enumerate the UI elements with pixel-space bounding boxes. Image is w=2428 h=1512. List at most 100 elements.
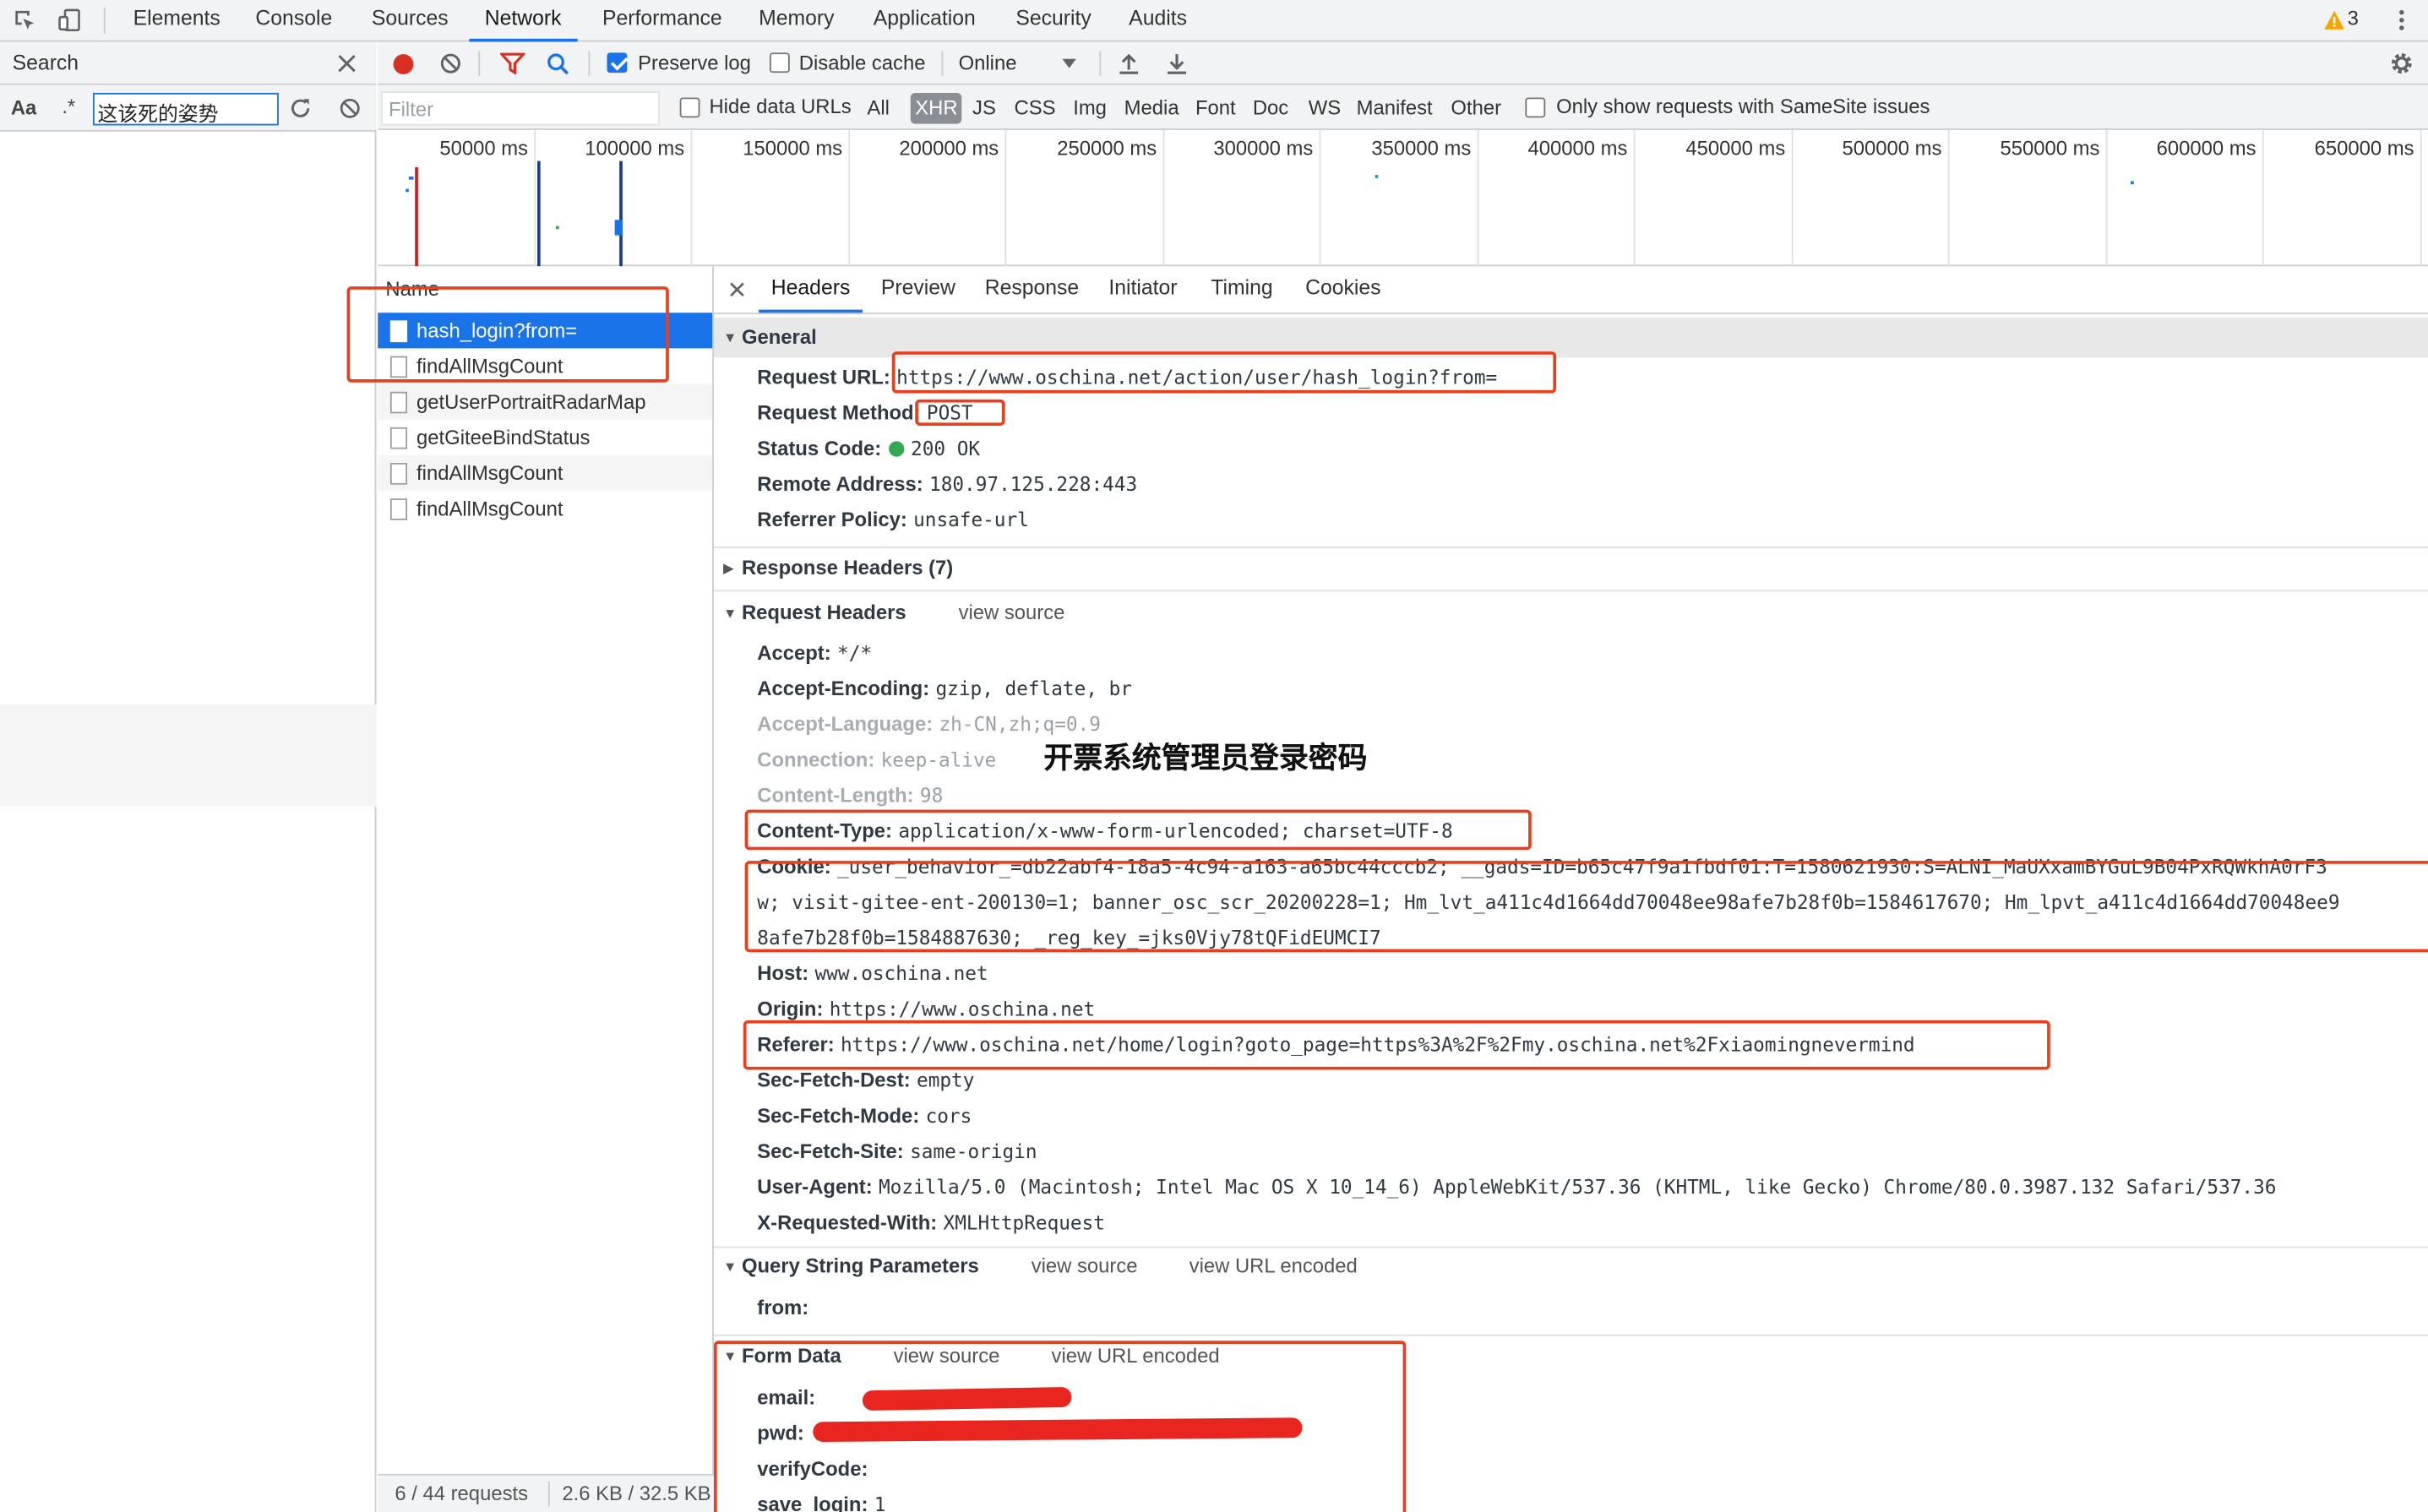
dropdown-arrow-icon[interactable] [1059, 54, 1078, 73]
disable-cache-checkbox[interactable] [769, 52, 790, 73]
tab-memory[interactable]: Memory [759, 0, 834, 41]
request-detail-pane: Headers Preview Response Initiator Timin… [713, 266, 2428, 1512]
record-icon[interactable] [390, 51, 415, 75]
section-title: General [741, 324, 817, 349]
filter-type-img[interactable]: Img [1069, 93, 1112, 124]
request-row[interactable]: findAllMsgCount [378, 491, 712, 526]
divider [941, 51, 944, 76]
request-name: getGiteeBindStatus [416, 426, 591, 449]
match-case-toggle[interactable]: Aa [11, 96, 36, 119]
request-row[interactable]: findAllMsgCount [378, 454, 713, 492]
close-icon[interactable] [335, 51, 359, 75]
throttling-select[interactable]: Online [959, 51, 1017, 73]
expanded-triangle-icon: ▼ [722, 1259, 738, 1275]
hide-data-urls-label: Hide data URLs [709, 94, 852, 118]
request-list: Name hash_login?from= findAllMsgCount ge… [346, 266, 714, 1512]
request-row[interactable]: getUserPortraitRadarMap [378, 383, 713, 420]
accept-encoding-row: Accept-Encoding: gzip, deflate, br [757, 671, 1132, 706]
search-pane-header: Search [0, 41, 377, 85]
user-agent-row: User-Agent: Mozilla/5.0 (Macintosh; Intel… [757, 1169, 2276, 1205]
timeline-overview[interactable]: 50000 ms 100000 ms 150000 ms 200000 ms 2… [378, 129, 2428, 267]
filter-icon[interactable] [498, 51, 526, 75]
clear-log-icon[interactable] [438, 51, 463, 75]
divider [588, 51, 591, 76]
query-string-section-header[interactable]: ▼ Query String Parameters view source view … [714, 1246, 2428, 1286]
filter-type-css[interactable]: CSS [1010, 93, 1060, 124]
filter-type-font[interactable]: Font [1191, 93, 1241, 124]
tab-console[interactable]: Console [255, 0, 332, 41]
filter-type-doc[interactable]: Doc [1248, 93, 1293, 124]
annotation-text: 开票系统管理员登录密码 [1043, 741, 1368, 776]
filter-type-all[interactable]: All [863, 93, 894, 124]
request-name: findAllMsgCount [416, 461, 563, 485]
search-query: 这该死的姿势 [97, 101, 219, 126]
inspect-element-icon[interactable] [9, 6, 41, 34]
regex-toggle[interactable]: .* [62, 95, 75, 117]
filter-type-other[interactable]: Other [1446, 93, 1506, 124]
annotation-box [743, 1020, 2050, 1070]
refresh-icon[interactable] [288, 96, 313, 121]
collapsed-triangle-icon: ▶ [722, 560, 734, 576]
search-pane: Search Aa .* 这该死的姿势 [0, 41, 377, 1512]
header-value: zh-CN,zh;q=0.9 [939, 712, 1101, 736]
tab-elements[interactable]: Elements [133, 0, 220, 41]
tab-application[interactable]: Application [874, 0, 976, 41]
timeline-marks [406, 160, 2134, 267]
tab-preview[interactable]: Preview [881, 266, 955, 313]
annotation-box [915, 399, 1005, 427]
annotation-box [891, 351, 1557, 394]
request-row[interactable]: getGiteeBindStatus [378, 420, 712, 455]
detail-tabbar [713, 266, 2428, 315]
hide-data-urls-checkbox[interactable] [679, 97, 700, 118]
search-icon[interactable] [545, 51, 569, 75]
preserve-log-label: Preserve log [638, 51, 751, 74]
tab-audits[interactable]: Audits [1129, 0, 1187, 41]
header-key: Sec-Fetch-Dest: [757, 1068, 911, 1092]
more-options-icon[interactable] [2391, 4, 2413, 35]
tab-initiator[interactable]: Initiator [1108, 266, 1177, 313]
header-key: Content-Length: [757, 783, 914, 807]
preserve-log-checkbox[interactable] [607, 52, 628, 73]
warning-count[interactable]: 3 [2348, 6, 2359, 29]
filter-type-xhr[interactable]: XHR [910, 92, 963, 124]
filter-type-media[interactable]: Media [1119, 93, 1184, 124]
annotation-box [744, 809, 1532, 851]
header-value: Mozilla/5.0 (Macintosh; Intel Mac OS X 1… [878, 1175, 2277, 1199]
clear-icon[interactable] [338, 96, 362, 121]
device-toolbar-icon[interactable] [54, 6, 85, 34]
import-har-icon[interactable] [1117, 51, 1141, 75]
tab-timing[interactable]: Timing [1211, 266, 1272, 313]
response-headers-section-header[interactable]: ▶ Response Headers (7) [714, 548, 2428, 589]
view-source-link[interactable]: view source [959, 593, 1065, 634]
filter-type-ws[interactable]: WS [1304, 93, 1345, 124]
search-input[interactable]: 这该死的姿势 [92, 92, 279, 126]
tab-headers[interactable]: Headers [759, 266, 863, 313]
warning-icon[interactable] [2322, 8, 2344, 32]
export-har-icon[interactable] [1164, 51, 1189, 75]
request-name: getUserPortraitRadarMap [416, 389, 646, 414]
filter-type-js[interactable]: JS [968, 93, 1001, 124]
tab-cookies[interactable]: Cookies [1305, 266, 1380, 313]
request-headers-section-header[interactable]: ▼ Request Headers view source [714, 593, 2428, 634]
transfer-size: 2.6 KB / 32.5 KB [562, 1482, 711, 1505]
tab-sources[interactable]: Sources [372, 0, 449, 41]
filter-input[interactable]: Filter [380, 91, 660, 126]
view-source-link[interactable]: view source [1032, 1246, 1138, 1286]
section-title: Query String Parameters [741, 1254, 979, 1278]
tab-performance[interactable]: Performance [602, 0, 722, 41]
tab-network[interactable]: Network [469, 0, 577, 42]
accept-row: Accept: */* [757, 634, 872, 670]
header-value: XMLHttpRequest [943, 1210, 1105, 1234]
close-detail-icon[interactable] [727, 279, 749, 301]
status-dot-icon [889, 441, 905, 457]
tab-response[interactable]: Response [985, 266, 1079, 313]
tab-security[interactable]: Security [1015, 0, 1091, 41]
search-pane-title: Search [12, 51, 79, 74]
content-length-row: Content-Length: 98 [757, 777, 943, 813]
header-key: Accept: [757, 640, 831, 665]
x-requested-with-row: X-Requested-With: XMLHttpRequest [757, 1205, 1105, 1240]
settings-gear-icon[interactable] [2387, 50, 2415, 78]
view-url-encoded-link[interactable]: view URL encoded [1190, 1246, 1358, 1286]
samesite-checkbox[interactable] [1525, 97, 1546, 118]
filter-type-manifest[interactable]: Manifest [1352, 93, 1437, 124]
